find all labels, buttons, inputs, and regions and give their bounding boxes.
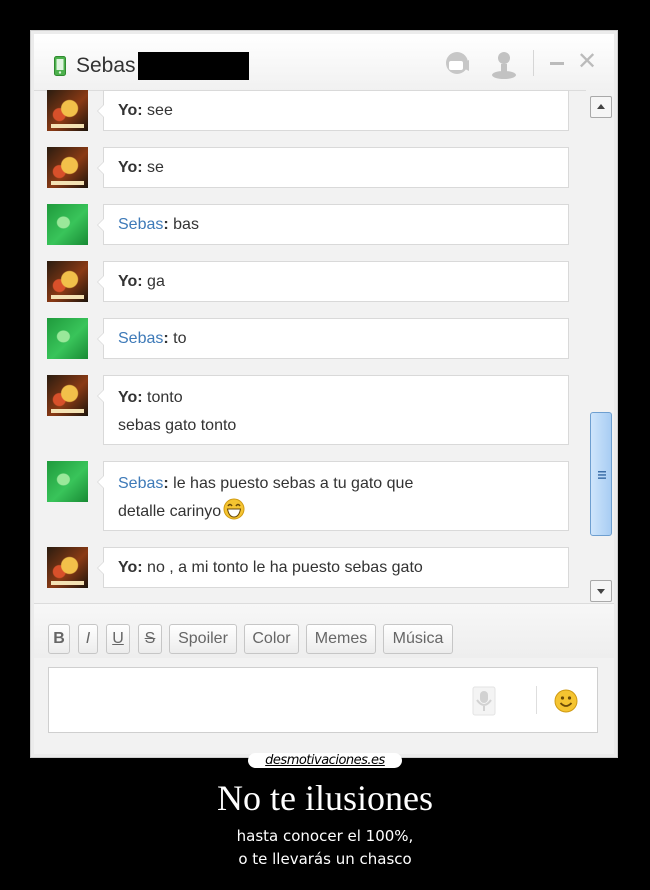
chat-title-bar: Sebas ✕ [34,34,614,91]
mobile-phone-icon [54,56,66,76]
bold-button[interactable]: B [48,624,70,654]
format-toolbar: B I U S Spoiler Color Memes Música [34,603,614,658]
message-text: se [147,159,164,176]
message-text: detalle carinyo [118,503,222,520]
sender-name: Yo [118,159,138,176]
avatar-sebas [47,204,88,245]
message-row: Yo: ga [34,261,586,302]
sender-name: Yo [118,273,138,290]
avatar-yo [47,90,88,131]
message-text: bas [173,216,199,233]
message-line: Yo: see [118,99,554,123]
sender-colon: : [137,102,148,119]
poster-title: No te ilusiones [217,778,433,818]
title-bar-separator [533,50,534,76]
message-bubble: Yo: see [97,90,569,131]
sender-name: Yo [118,389,138,406]
minimize-icon[interactable] [550,62,564,65]
message-text: to [173,330,187,347]
emoticon-picker-icon[interactable] [554,689,578,713]
sender-colon: : [137,159,148,176]
sender-colon: : [163,475,174,492]
screenshot-frame: Sebas ✕ Yo: see Yo: se Sebas: bas Yo: ga Seb… [30,30,618,758]
grin-emoticon-icon [223,498,245,520]
message-row: Yo: tonto sebas gato tonto [34,375,586,445]
add-contact-icon[interactable] [490,51,518,79]
message-text: no , a mi tonto le ha puesto sebas gato [147,559,423,576]
poster-subtitle-line-1: hasta conocer el 100%, [236,827,414,845]
message-line: Yo: se [118,156,554,180]
message-row: Yo: see [34,90,586,131]
message-line: Yo: ga [118,270,554,294]
message-list: Yo: see Yo: se Sebas: bas Yo: ga Sebas: to Yo… [34,90,586,603]
avatar-yo [47,147,88,188]
video-call-icon[interactable] [444,51,474,77]
message-bubble: Sebas: le has puesto sebas a tu gato que… [97,461,569,531]
message-row: Sebas: le has puesto sebas a tu gato que… [34,461,586,531]
message-line: Sebas: bas [118,213,554,237]
message-bubble: Yo: ga [97,261,569,302]
sender-name: Sebas [118,330,164,347]
message-text: tonto [147,389,183,406]
message-text: sebas gato tonto [118,417,237,434]
message-bubble: Sebas: to [97,318,569,359]
avatar-sebas [47,318,88,359]
message-bubble: Yo: se [97,147,569,188]
avatar-sebas [47,461,88,502]
message-text: le has puesto sebas a tu gato que [173,475,414,492]
message-text: see [147,102,173,119]
message-text: ga [147,273,165,290]
message-row: Yo: no , a mi tonto le ha puesto sebas g… [34,547,586,588]
microphone-icon[interactable] [472,686,496,716]
underline-button[interactable]: U [106,624,130,654]
memes-button[interactable]: Memes [306,624,376,654]
color-button[interactable]: Color [244,624,299,654]
message-input[interactable] [48,667,598,733]
sender-colon: : [137,559,148,576]
site-watermark: desmotivaciones.es [248,753,402,768]
avatar-yo [47,261,88,302]
message-row: Sebas: bas [34,204,586,245]
sender-name: Sebas [118,216,164,233]
sender-name: Yo [118,102,138,119]
avatar-yo [47,547,88,588]
contact-name: Sebas [76,54,136,77]
sender-colon: : [137,273,148,290]
scroll-up-button[interactable] [590,96,612,118]
message-line: Sebas: to [118,327,554,351]
message-bubble: Sebas: bas [97,204,569,245]
strikethrough-button[interactable]: S [138,624,162,654]
message-row: Yo: se [34,147,586,188]
sender-name: Sebas [118,475,164,492]
avatar-yo [47,375,88,416]
music-button[interactable]: Música [383,624,453,654]
close-icon[interactable]: ✕ [577,48,597,76]
spoiler-button[interactable]: Spoiler [169,624,237,654]
sender-colon: : [163,330,174,347]
message-bubble: Yo: no , a mi tonto le ha puesto sebas g… [97,547,569,588]
message-line: Yo: no , a mi tonto le ha puesto sebas g… [118,556,554,580]
sender-colon: : [137,389,148,406]
chat-window: Sebas ✕ Yo: see Yo: se Sebas: bas Yo: ga Seb… [34,34,614,754]
sender-name: Yo [118,559,138,576]
scroll-thumb[interactable] [590,412,612,536]
message-line: Sebas: le has puesto sebas a tu gato que [118,470,554,498]
italic-button[interactable]: I [78,624,98,654]
message-line: sebas gato tonto [118,412,554,440]
scrollbar[interactable] [586,90,614,603]
message-line: Yo: tonto [118,384,554,412]
message-bubble: Yo: tonto sebas gato tonto [97,375,569,445]
sender-colon: : [163,216,174,233]
scroll-down-button[interactable] [590,580,612,602]
message-line: detalle carinyo [118,498,554,526]
name-redaction-bar [138,52,249,80]
grip-icon [598,471,606,479]
poster-subtitle-line-2: o te llevarás un chasco [238,850,412,868]
input-separator [536,686,537,714]
message-row: Sebas: to [34,318,586,359]
